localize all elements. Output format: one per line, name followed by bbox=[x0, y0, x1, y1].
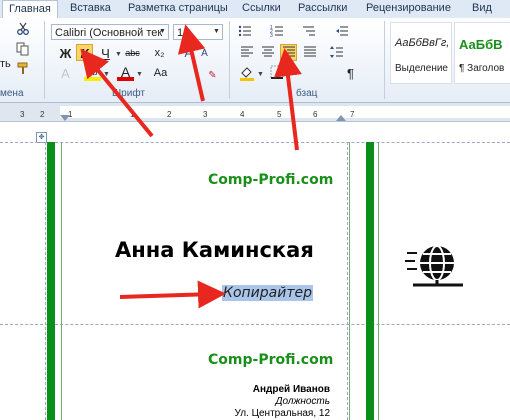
card-border-right-inner bbox=[349, 142, 350, 420]
tab-view[interactable]: Вид bbox=[466, 0, 498, 18]
chevron-down-icon[interactable]: ▼ bbox=[211, 25, 222, 39]
strikethrough-button[interactable]: abc bbox=[124, 45, 141, 62]
card-address: Ул. Центральная, 12 bbox=[234, 408, 330, 419]
group-separator bbox=[384, 21, 385, 99]
font-size-combo[interactable]: 16 ▼ bbox=[173, 24, 223, 40]
line-spacing-icon[interactable] bbox=[328, 45, 345, 62]
tab-page-layout[interactable]: Разметка страницы bbox=[122, 0, 234, 18]
horizontal-ruler[interactable]: 3 2 1 1 2 3 4 5 6 7 bbox=[0, 103, 510, 122]
underline-button[interactable]: Ч bbox=[97, 45, 114, 62]
tab-mailings[interactable]: Рассылки bbox=[292, 0, 353, 18]
card-border-right-outer bbox=[378, 142, 379, 420]
ruler-tick: 1 bbox=[130, 110, 135, 119]
copy-icon[interactable] bbox=[14, 42, 31, 59]
chevron-down-icon[interactable]: ▼ bbox=[157, 25, 168, 39]
indent-marker-icon[interactable] bbox=[336, 115, 346, 121]
chevron-down-icon[interactable]: ▼ bbox=[257, 71, 264, 78]
tab-review[interactable]: Рецензирование bbox=[360, 0, 457, 18]
highlight-button[interactable]: ab bbox=[84, 64, 101, 81]
format-painter-icon[interactable] bbox=[14, 62, 31, 79]
ribbon: ть мена Calibri (Основной тек ▼ 16 ▼ Ж К… bbox=[0, 18, 510, 103]
align-left-icon[interactable] bbox=[238, 45, 255, 62]
card-border-left bbox=[47, 142, 55, 420]
italic-button[interactable]: К bbox=[76, 44, 93, 61]
multilevel-list-icon[interactable] bbox=[300, 24, 317, 41]
style-name: ¶ Заголов bbox=[459, 63, 505, 74]
ruler-text-area bbox=[60, 106, 510, 118]
chevron-down-icon[interactable]: ▼ bbox=[286, 71, 293, 78]
card-name: Андрей Иванов bbox=[252, 384, 330, 395]
tab-insert[interactable]: Вставка bbox=[64, 0, 117, 18]
style-sample: АаБбВ bbox=[459, 37, 503, 52]
paste-label[interactable]: ть bbox=[0, 58, 11, 70]
ribbon-tab-bar: Главная Вставка Разметка страницы Ссылки… bbox=[0, 0, 510, 19]
card-position: Должность bbox=[275, 396, 330, 407]
card-border-right bbox=[366, 142, 374, 420]
ruler-tick: 7 bbox=[350, 110, 355, 119]
ruler-tick: 6 bbox=[313, 110, 318, 119]
chevron-down-icon[interactable]: ▼ bbox=[115, 51, 122, 58]
font-group-label: Шрифт bbox=[112, 88, 145, 99]
font-size-value: 16 bbox=[177, 27, 190, 39]
ruler-tick: 2 bbox=[40, 110, 45, 119]
style-sample: АаБбВвГг, bbox=[395, 37, 450, 49]
style-name: Выделение bbox=[395, 63, 448, 74]
numbering-icon[interactable]: 123 bbox=[268, 24, 285, 41]
font-name-combo[interactable]: Calibri (Основной тек ▼ bbox=[51, 24, 169, 40]
style-emphasis[interactable]: АаБбВвГг, Выделение bbox=[390, 22, 452, 84]
tab-references[interactable]: Ссылки bbox=[236, 0, 287, 18]
ruler-tick: 3 bbox=[203, 110, 208, 119]
card-website: Comp-Profi.com bbox=[208, 172, 334, 188]
chevron-down-icon[interactable]: ▼ bbox=[136, 71, 143, 78]
table-cell-border bbox=[347, 142, 348, 420]
card-name: Анна Каминская bbox=[115, 238, 314, 262]
style-heading[interactable]: АаБбВ ¶ Заголов bbox=[454, 22, 510, 84]
shrink-font-icon[interactable]: A bbox=[196, 45, 213, 62]
decrease-indent-icon[interactable] bbox=[333, 24, 350, 41]
change-case-button[interactable]: Aa bbox=[152, 65, 169, 82]
align-right-icon[interactable] bbox=[280, 44, 297, 61]
tab-home[interactable]: Главная bbox=[2, 0, 58, 19]
table-cell-border bbox=[45, 142, 46, 420]
svg-text:3: 3 bbox=[270, 33, 273, 38]
clear-formatting-icon[interactable]: ✎ bbox=[204, 67, 221, 84]
group-separator bbox=[44, 21, 45, 99]
grow-font-icon[interactable]: A bbox=[180, 45, 197, 62]
align-center-icon[interactable] bbox=[259, 45, 276, 62]
scissors-icon[interactable] bbox=[14, 22, 31, 39]
ruler-tick: 4 bbox=[240, 110, 245, 119]
bullets-icon[interactable] bbox=[236, 24, 253, 41]
globe-icon bbox=[405, 245, 463, 287]
show-formatting-button[interactable]: ¶ bbox=[342, 65, 359, 82]
chevron-down-icon[interactable]: ▼ bbox=[103, 71, 110, 78]
font-name-value: Calibri (Основной тек bbox=[55, 27, 163, 39]
card-role-selected[interactable]: Копирайтер bbox=[222, 285, 313, 301]
subscript-button[interactable]: x₂ bbox=[151, 45, 168, 62]
document-area[interactable]: ✥ Comp-Profi.com Анна Каминская Копирайт… bbox=[0, 122, 510, 420]
ruler-tick: 5 bbox=[277, 110, 282, 119]
justify-icon[interactable] bbox=[301, 45, 318, 62]
table-cell-border bbox=[0, 142, 510, 143]
ruler-tick: 2 bbox=[167, 110, 172, 119]
clipboard-group-label: мена bbox=[0, 88, 24, 99]
text-effects-icon[interactable]: A bbox=[57, 65, 74, 82]
bold-button[interactable]: Ж bbox=[57, 45, 74, 62]
ruler-tick: 3 bbox=[20, 110, 25, 119]
group-separator bbox=[229, 21, 230, 99]
borders-icon[interactable] bbox=[268, 65, 285, 82]
indent-marker-icon[interactable] bbox=[60, 115, 70, 121]
paragraph-group-label: бзац bbox=[296, 88, 318, 99]
table-cell-border bbox=[0, 324, 510, 325]
card-border-left-inner bbox=[61, 142, 62, 420]
card-website: Comp-Profi.com bbox=[208, 352, 334, 368]
font-color-button[interactable]: A bbox=[117, 64, 134, 81]
shading-icon[interactable] bbox=[238, 65, 255, 82]
